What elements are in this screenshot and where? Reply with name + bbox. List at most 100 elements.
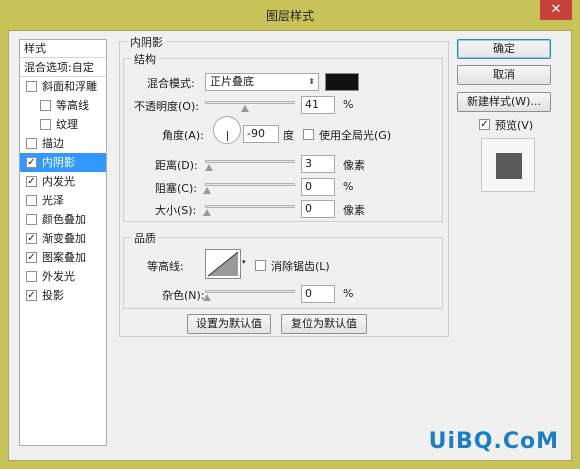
blend-mode-select[interactable]: 正片叠底 ⬍ [205, 73, 319, 91]
style-list-item[interactable]: ✓ 内阴影 [20, 153, 106, 172]
size-slider[interactable] [205, 205, 295, 208]
style-list-item-label: 外发光 [42, 270, 75, 283]
close-icon: ✕ [550, 2, 562, 17]
choke-slider[interactable] [205, 183, 295, 186]
updown-arrow-icon: ⬍ [308, 77, 315, 86]
style-list-item-label: 内阴影 [42, 156, 75, 169]
style-checkbox[interactable] [26, 214, 37, 225]
noise-slider[interactable] [205, 290, 295, 293]
distance-unit: 像素 [343, 159, 365, 172]
contour-label: 等高线: [147, 260, 184, 273]
antialias-checkbox[interactable] [255, 260, 266, 271]
angle-dial[interactable] [213, 116, 241, 144]
shadow-color-swatch[interactable] [325, 73, 359, 91]
opacity-unit: % [343, 98, 354, 111]
global-light-checkbox[interactable] [303, 129, 314, 140]
size-input[interactable]: 0 [301, 200, 335, 218]
style-list: 样式 混合选项:自定 斜面和浮雕等高线纹理描边 ✓ 内阴影 ✓ 内发光光泽颜色叠加 ✓ 渐变… [19, 39, 107, 446]
style-list-item[interactable]: 外发光 [20, 267, 106, 286]
style-checkbox[interactable] [26, 138, 37, 149]
style-list-item[interactable]: 斜面和浮雕 [20, 77, 106, 96]
style-list-item[interactable]: 纹理 [20, 115, 106, 134]
opacity-label: 不透明度(O): [134, 100, 199, 113]
angle-input[interactable]: -90 [243, 125, 279, 143]
choke-input[interactable]: 0 [301, 178, 335, 196]
choke-label: 阻塞(C): [155, 182, 197, 195]
style-checkbox[interactable]: ✓ [26, 233, 37, 244]
style-list-item-label: 纹理 [56, 118, 78, 131]
quality-title: 品质 [131, 230, 159, 246]
ok-button[interactable]: 确定 [457, 39, 551, 59]
style-list-item-label: 等高线 [56, 99, 89, 112]
distance-label: 距离(D): [155, 159, 198, 172]
opacity-input[interactable]: 41 [301, 96, 335, 114]
size-slider-thumb[interactable] [203, 209, 211, 216]
style-checkbox[interactable] [26, 195, 37, 206]
style-preview [481, 138, 535, 192]
title-bar: 图层样式 ✕ [0, 0, 580, 30]
preview-label: 预览(V) [495, 119, 534, 132]
style-list-item-label: 渐变叠加 [42, 232, 86, 245]
make-default-button[interactable]: 设置为默认值 [187, 314, 271, 334]
preview-checkbox[interactable]: ✓ [479, 119, 490, 130]
style-checkbox[interactable] [40, 119, 51, 130]
style-list-item[interactable]: ✓ 投影 [20, 286, 106, 305]
blend-mode-value: 正片叠底 [210, 75, 254, 88]
choke-slider-thumb[interactable] [203, 187, 211, 194]
structure-title: 结构 [131, 51, 159, 67]
style-list-item-label: 斜面和浮雕 [42, 80, 97, 93]
style-checkbox[interactable]: ✓ [26, 157, 37, 168]
style-list-item[interactable]: 光泽 [20, 191, 106, 210]
noise-input[interactable]: 0 [301, 285, 335, 303]
angle-unit: 度 [283, 129, 294, 142]
style-list-item-label: 颜色叠加 [42, 213, 86, 226]
contour-picker[interactable] [205, 249, 241, 279]
style-list-item[interactable]: 颜色叠加 [20, 210, 106, 229]
noise-unit: % [343, 287, 354, 300]
dialog-title: 图层样式 [265, 9, 314, 23]
linear-contour-icon [207, 251, 239, 277]
noise-slider-thumb[interactable] [203, 294, 211, 301]
inner-shadow-title: 内阴影 [127, 34, 166, 50]
style-list-item-label: 内发光 [42, 175, 75, 188]
contour-dropdown-icon[interactable]: ▾ [242, 258, 246, 266]
site-watermark: UiBQ.CoM [428, 429, 559, 454]
opacity-slider-thumb[interactable] [241, 105, 249, 112]
style-checkbox[interactable] [40, 100, 51, 111]
style-list-item[interactable]: 描边 [20, 134, 106, 153]
cancel-button[interactable]: 取消 [457, 65, 551, 85]
angle-indicator [227, 131, 228, 141]
style-list-item-label: 图案叠加 [42, 251, 86, 264]
close-button[interactable]: ✕ [540, 0, 572, 20]
noise-label: 杂色(N): [162, 289, 205, 302]
choke-unit: % [343, 180, 354, 193]
style-list-header[interactable]: 样式 [20, 40, 106, 58]
distance-input[interactable]: 3 [301, 155, 335, 173]
opacity-slider[interactable] [205, 101, 295, 104]
blend-mode-label: 混合模式: [147, 77, 195, 90]
style-list-item[interactable]: ✓ 图案叠加 [20, 248, 106, 267]
style-list-item[interactable]: ✓ 内发光 [20, 172, 106, 191]
angle-label: 角度(A): [162, 129, 204, 142]
style-list-item[interactable]: 等高线 [20, 96, 106, 115]
new-style-button[interactable]: 新建样式(W)... [457, 92, 551, 112]
style-checkbox[interactable] [26, 81, 37, 92]
blending-options-item[interactable]: 混合选项:自定 [20, 58, 106, 77]
style-checkbox[interactable]: ✓ [26, 290, 37, 301]
style-checkbox[interactable]: ✓ [26, 176, 37, 187]
style-list-item-label: 描边 [42, 137, 64, 150]
size-unit: 像素 [343, 204, 365, 217]
reset-default-button[interactable]: 复位为默认值 [281, 314, 367, 334]
dialog-body: 样式 混合选项:自定 斜面和浮雕等高线纹理描边 ✓ 内阴影 ✓ 内发光光泽颜色叠加 ✓ 渐变… [8, 30, 572, 461]
style-checkbox[interactable]: ✓ [26, 252, 37, 263]
style-list-item-label: 光泽 [42, 194, 64, 207]
antialias-label: 消除锯齿(L) [271, 260, 330, 273]
style-list-item-label: 投影 [42, 289, 64, 302]
size-label: 大小(S): [155, 204, 197, 217]
layer-style-dialog: 图层样式 ✕ 样式 混合选项:自定 斜面和浮雕等高线纹理描边 ✓ 内阴影 ✓ 内发光光泽… [0, 0, 580, 469]
style-list-item[interactable]: ✓ 渐变叠加 [20, 229, 106, 248]
style-checkbox[interactable] [26, 271, 37, 282]
distance-slider-thumb[interactable] [205, 164, 213, 171]
preview-swatch [496, 153, 522, 179]
distance-slider[interactable] [205, 160, 295, 163]
